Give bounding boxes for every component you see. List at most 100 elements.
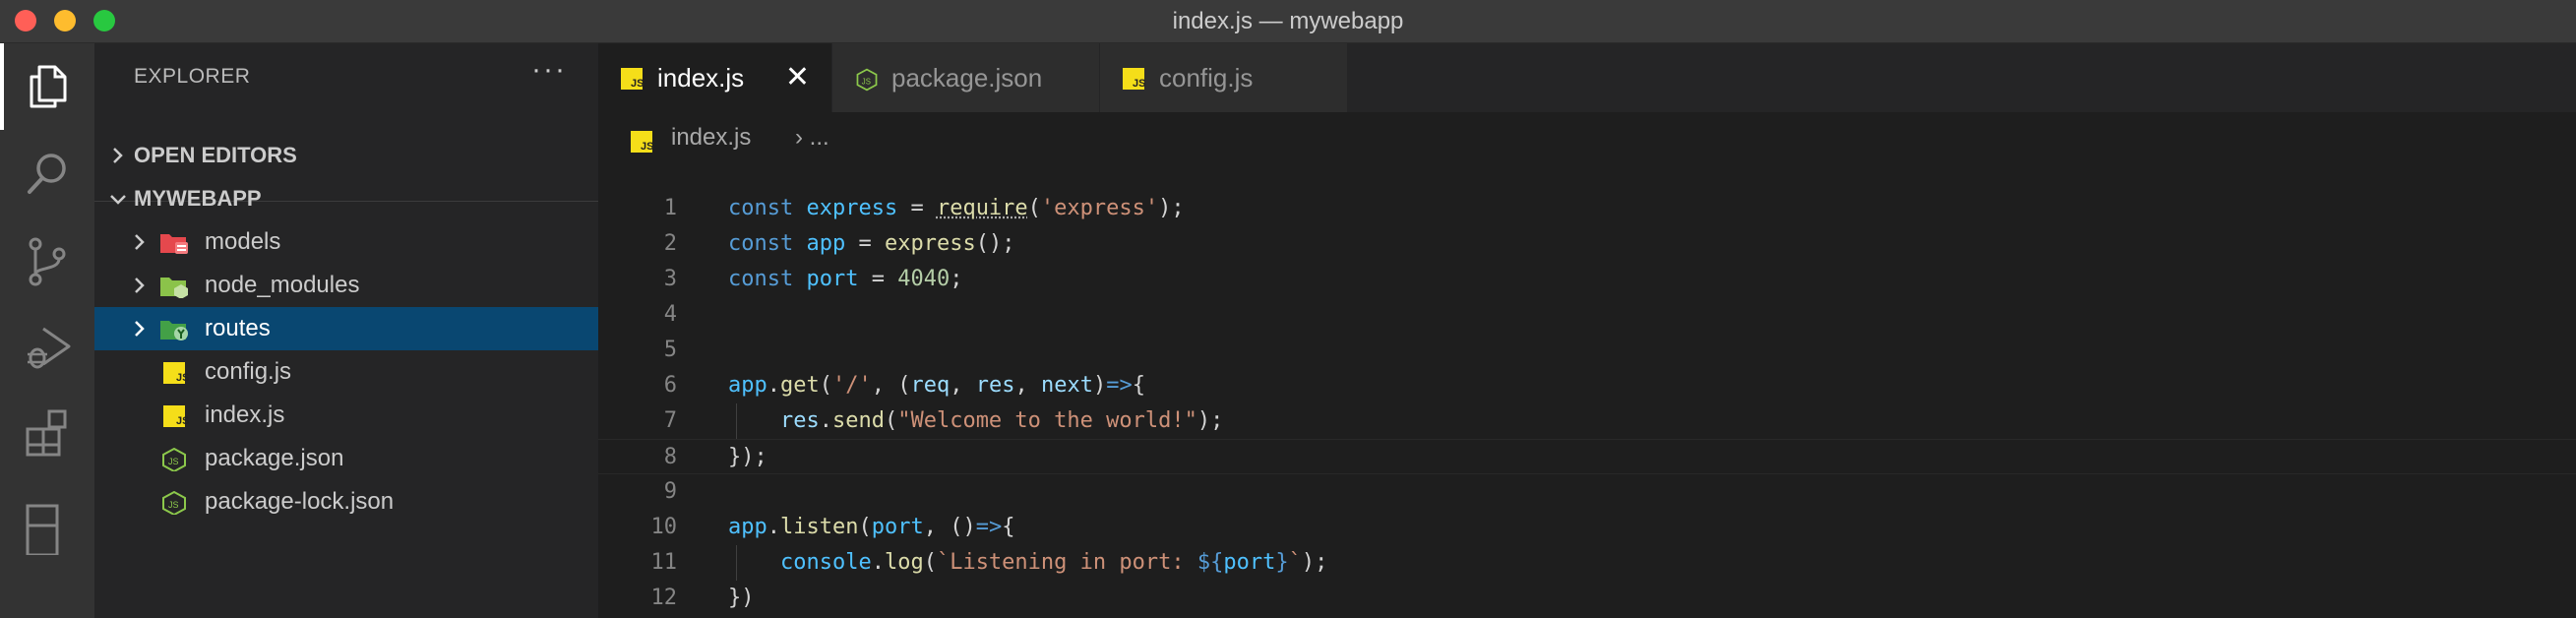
code-token: . (819, 408, 832, 433)
tree-item-label: index.js (205, 402, 285, 428)
code-token: res (779, 408, 820, 433)
tree-item-node-modules[interactable]: node_modules (94, 264, 598, 307)
code-token: port (1223, 550, 1276, 575)
code-token: ${ (1196, 550, 1224, 575)
code-token: ( (923, 550, 937, 575)
code-line[interactable]: 12}) (598, 581, 2576, 616)
code-token: ); (1158, 196, 1185, 220)
code-line[interactable]: 6 app.get('/', (req, res, next)=>{ (598, 368, 2576, 403)
line-number: 6 (663, 373, 677, 398)
code-line[interactable]: 11 console.log(`Listening in port: ${por… (598, 545, 2576, 581)
code-token: = (845, 231, 885, 256)
svg-text:JS: JS (641, 141, 653, 153)
tree-item-routes[interactable]: routes (94, 307, 598, 350)
close-tab-icon[interactable]: ✕ (785, 43, 810, 112)
code-line[interactable]: 7 res.send("Welcome to the world!"); (598, 403, 2576, 439)
folder-models-icon (160, 234, 188, 254)
line-number: 5 (663, 338, 677, 362)
code-token: listen (780, 515, 859, 539)
tree-item-package-json[interactable]: JS package.json (94, 437, 598, 480)
workspace-label: MYWEBAPP (134, 186, 262, 211)
code-token: { (1002, 515, 1015, 539)
code-line[interactable]: 10 app.listen(port, ()=>{ (598, 510, 2576, 545)
code-token: ; (950, 267, 963, 291)
activity-search[interactable] (0, 130, 94, 216)
code-line[interactable]: 3 const port = 4040; (598, 262, 2576, 297)
sidebar-title: EXPLORER (134, 65, 251, 88)
js-file-icon: JS (163, 362, 189, 384)
code-token: => (975, 515, 1003, 539)
chevron-right-icon (113, 148, 123, 163)
code-token: } (1275, 550, 1289, 575)
code-token: send (831, 408, 885, 433)
line-number: 8 (663, 445, 677, 469)
activity-bar (0, 43, 94, 618)
activity-remote[interactable] (0, 476, 94, 563)
title-bar: index.js — mywebapp (0, 0, 2576, 43)
breadcrumb-symbol[interactable]: › ... (795, 114, 829, 161)
open-editors-section[interactable]: OPEN EDITORS (94, 134, 598, 177)
tab-bar: JS index.js ✕ JS package.json JS config.… (598, 43, 2576, 112)
code-token: (); (975, 231, 1015, 256)
code-token: }); (728, 445, 767, 469)
svg-text:JS: JS (1133, 78, 1145, 90)
code-token: ` (1288, 550, 1302, 575)
svg-text:JS: JS (168, 500, 179, 510)
svg-text:JS: JS (168, 457, 179, 466)
breadcrumb-file[interactable]: index.js (671, 114, 751, 161)
activity-run-debug[interactable] (0, 303, 94, 390)
code-token: . (767, 515, 780, 539)
code-line[interactable]: 8}); (598, 439, 2576, 474)
tree-item-label: package.json (205, 445, 344, 471)
line-content: app.get('/', (req, res, next)=>{ (728, 368, 1145, 403)
node-json-icon: JS (162, 491, 186, 515)
line-number: 7 (663, 408, 677, 433)
line-content: console.log(`Listening in port: ${port}`… (728, 545, 1327, 581)
code-token: => (1106, 373, 1133, 398)
js-file-icon: JS (1123, 68, 1145, 90)
code-token: express (884, 231, 976, 256)
code-token: const (728, 267, 794, 291)
workspace-section[interactable]: MYWEBAPP (94, 177, 598, 220)
code-token: ( (884, 408, 898, 433)
code-line[interactable]: 4 (598, 297, 2576, 333)
code-token: . (871, 550, 885, 575)
tree-item-index-js[interactable]: JS index.js (94, 394, 598, 437)
tab-index-js[interactable]: JS index.js ✕ (598, 43, 832, 112)
tab-package-json[interactable]: JS package.json (832, 43, 1100, 112)
code-token: , () (923, 515, 976, 539)
code-token: , (1014, 373, 1041, 398)
code-token: ( (1027, 196, 1041, 220)
tab-config-js[interactable]: JS config.js (1100, 43, 1348, 112)
activity-source-control[interactable] (0, 216, 94, 303)
line-content: app.listen(port, ()=>{ (728, 510, 1014, 545)
tree-item-label: config.js (205, 358, 292, 385)
explorer-icon (30, 65, 67, 108)
code-token: res (975, 373, 1015, 398)
indent-guide (736, 403, 737, 439)
code-line[interactable]: 2 const app = express(); (598, 226, 2576, 262)
code-line[interactable]: 5 (598, 333, 2576, 368)
open-editors-label: OPEN EDITORS (134, 143, 297, 167)
svg-text:JS: JS (176, 415, 189, 427)
tree-item-package-lock-json[interactable]: JS package-lock.json (94, 480, 598, 524)
line-number: 1 (663, 196, 677, 220)
activity-explorer[interactable] (0, 43, 94, 130)
code-line[interactable]: 9 (598, 474, 2576, 510)
tree-item-models[interactable]: models (94, 220, 598, 264)
code-token: ( (819, 373, 832, 398)
js-file-icon: JS (631, 131, 653, 153)
code-token: next (1041, 373, 1093, 398)
activity-extensions[interactable] (0, 390, 94, 476)
line-number: 11 (650, 550, 678, 575)
line-content: }); (728, 440, 767, 475)
more-actions-button[interactable]: ··· (531, 53, 567, 87)
js-file-icon: JS (163, 405, 189, 427)
extensions-icon (26, 409, 67, 457)
chevron-down-icon (110, 195, 126, 205)
code-token: `Listening in port: (936, 550, 1197, 575)
tree-item-config-js[interactable]: JS config.js (94, 350, 598, 394)
code-line[interactable]: 1 const express = require('express'); (598, 191, 2576, 226)
tree-item-label: models (205, 228, 281, 255)
